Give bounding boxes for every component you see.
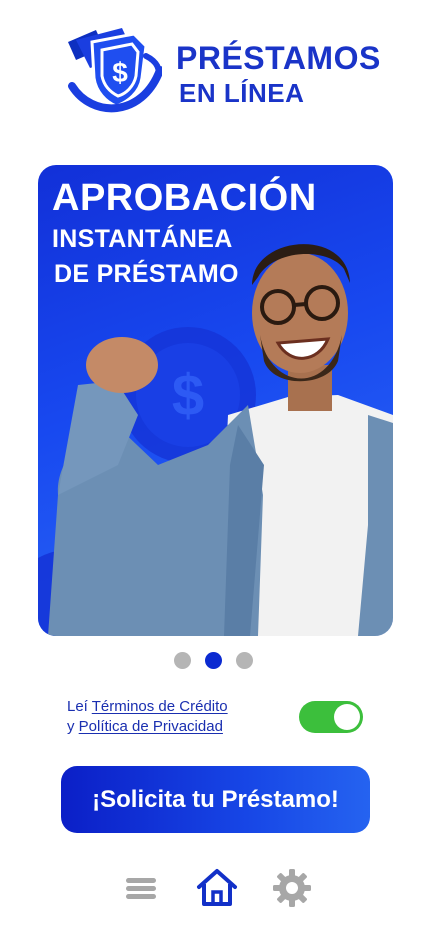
logo-text: PRÉSTAMOS EN LÍNEA [176,42,381,106]
banner-headline: APROBACIÓN INSTANTÁNEA DE PRÉSTAMO [52,179,317,287]
bottom-nav [120,866,320,910]
gear-icon [273,869,311,907]
toggle-knob [334,704,360,730]
carousel-indicator [174,652,258,670]
headline-line1: APROBACIÓN [52,177,317,219]
home-icon [197,869,237,906]
nav-settings[interactable] [270,866,314,910]
terms-prefix: Leí [67,698,92,715]
menu-icon [126,878,156,899]
carousel-dot-1[interactable] [174,652,191,669]
dollar-shield-icon: $ [68,28,162,113]
terms-consent: Leí Términos de Crédito y Política de Pr… [67,697,277,737]
nav-home[interactable] [195,866,239,910]
terms-toggle[interactable] [299,701,363,733]
terms-link[interactable]: Términos de Crédito [92,698,228,715]
privacy-link[interactable]: Política de Privacidad [79,718,223,735]
terms-connector: y [67,718,79,735]
svg-text:$: $ [172,363,204,428]
carousel-dot-2[interactable] [205,652,222,669]
app-logo: $ PRÉSTAMOS EN LÍNEA [62,26,380,118]
headline-line3: DE PRÉSTAMO [54,260,239,288]
svg-text:$: $ [112,57,128,88]
promo-banner[interactable]: $ $ APROBACIÓN INSTANTÁNEA DE PRÉSTAMO [38,165,393,636]
apply-loan-button[interactable]: ¡Solicita tu Préstamo! [61,766,370,833]
carousel-dot-3[interactable] [236,652,253,669]
logo-line2: EN LÍNEA [179,78,305,108]
headline-line2: INSTANTÁNEA [52,225,233,253]
nav-menu[interactable] [120,866,164,910]
logo-line1: PRÉSTAMOS [176,40,381,76]
